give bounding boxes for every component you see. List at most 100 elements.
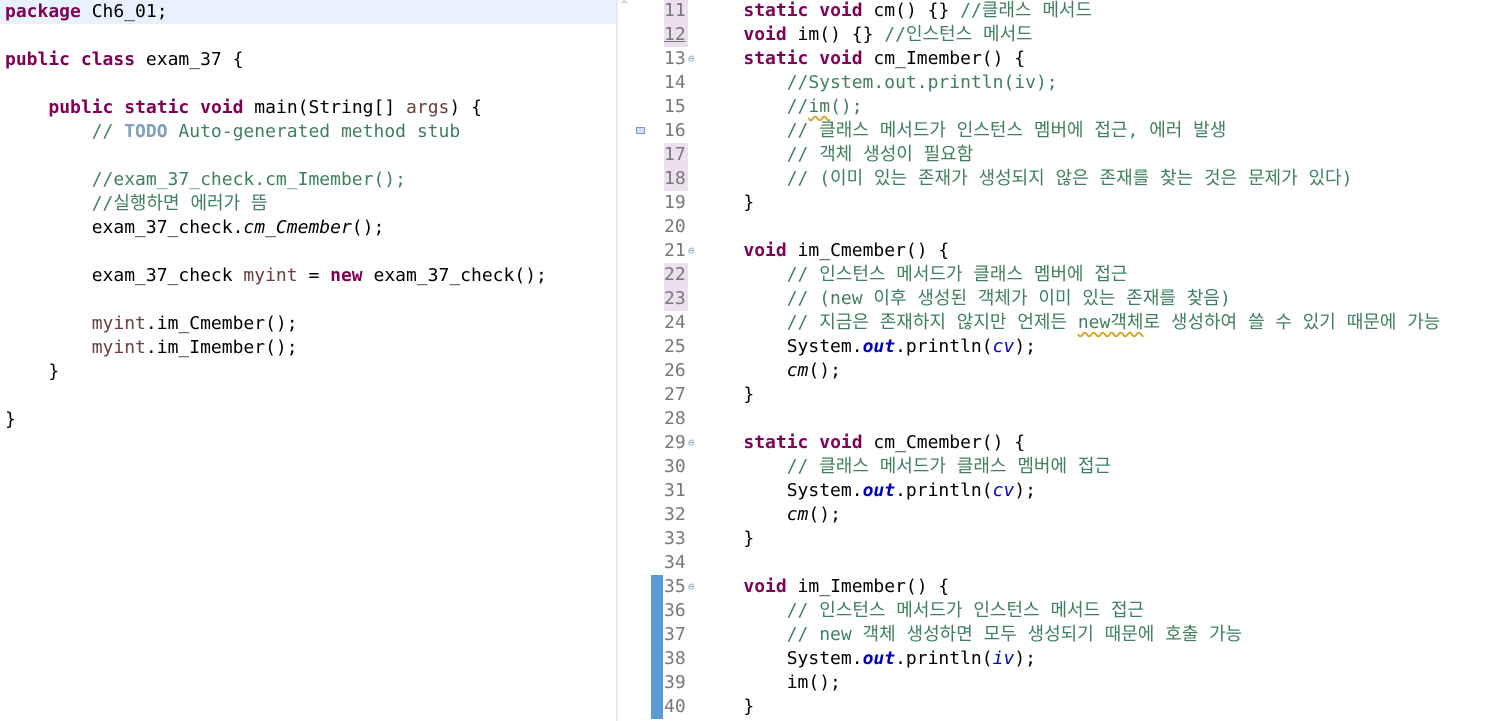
code-line[interactable]: public class exam_37 {	[0, 48, 243, 72]
code-token: void	[819, 432, 863, 453]
line-number: 38	[664, 648, 686, 669]
overview-ruler[interactable]: ^	[618, 0, 651, 721]
code-line[interactable]: // 클래스 메서드가 클래스 멤버에 접근	[700, 455, 1111, 479]
line-number: 18	[664, 167, 688, 191]
code-line[interactable]	[0, 24, 5, 48]
code-line[interactable]: // TODO Auto-generated method stub	[0, 120, 460, 144]
line-number: 22	[664, 263, 688, 287]
line-number: 12	[664, 23, 688, 47]
code-line[interactable]: exam_37_check myint = new exam_37_check(…	[0, 264, 547, 288]
right-code-editor[interactable]: 11 static void cm() {} //클래스 메서드 12 void …	[618, 0, 1508, 721]
code-line[interactable]: exam_37_check.cm_Cmember();	[0, 216, 385, 240]
code-line[interactable]: myint.im_Imember();	[0, 336, 298, 360]
code-line[interactable]: }	[700, 695, 754, 719]
code-token: static	[124, 97, 190, 118]
code-line[interactable]: void im_Imember() {	[700, 575, 949, 599]
line-number: 39	[664, 672, 686, 693]
code-line[interactable]: // (이미 있는 존재가 생성되지 않은 존재를 찾는 것은 문제가 있다)	[700, 167, 1353, 191]
code-token: // 지금은 존재하지 않지만 언제든	[786, 312, 1078, 333]
code-line[interactable]: }	[700, 527, 754, 551]
code-token: cv	[992, 336, 1015, 357]
code-line[interactable]: // 지금은 존재하지 않지만 언제든 new객체로 생성하여 쓸 수 있기 때…	[700, 311, 1441, 335]
code-line[interactable]: //im();	[700, 95, 863, 119]
code-token: .im_Imember();	[145, 337, 298, 358]
code-line[interactable]: // 객체 생성이 필요함	[700, 143, 974, 167]
code-token: void	[819, 0, 863, 21]
code-line[interactable]: im();	[700, 671, 841, 695]
code-line[interactable]: // 인스턴스 메서드가 클래스 멤버에 접근	[700, 263, 1128, 287]
code-token: //exam_37_check.cm_Imember();	[91, 169, 406, 190]
fold-collapse-icon[interactable]: ⊖	[688, 239, 695, 263]
line-number: 16	[664, 120, 686, 141]
code-token: .println(	[895, 480, 993, 501]
code-line[interactable]: System.out.println(cv);	[700, 335, 1036, 359]
code-line[interactable]: public static void main(String[] args) {	[0, 96, 482, 120]
code-line[interactable]: void im_Cmember() {	[700, 239, 949, 263]
code-line[interactable]: System.out.println(cv);	[700, 479, 1036, 503]
code-line[interactable]: myint.im_Cmember();	[0, 312, 298, 336]
code-token: }	[5, 409, 16, 430]
line-number: 17	[664, 143, 688, 167]
code-line[interactable]	[0, 288, 5, 312]
code-token: exam_37_check();	[362, 265, 547, 286]
code-line[interactable]: }	[700, 191, 754, 215]
code-token: public	[5, 49, 71, 70]
code-line[interactable]	[0, 144, 5, 168]
code-token: exam_37_check.	[5, 217, 244, 238]
code-token: package	[5, 1, 81, 22]
code-token: main(String[]	[243, 97, 407, 118]
code-token: out	[862, 336, 896, 357]
fold-collapse-icon[interactable]: ⊖	[688, 575, 695, 599]
code-line[interactable]: static void cm_Imember() {	[700, 47, 1025, 71]
code-token: }	[5, 361, 60, 382]
code-token: static	[743, 0, 809, 21]
code-line[interactable]: static void cm() {} //클래스 메서드	[700, 0, 1092, 23]
line-number: 11	[664, 0, 688, 23]
code-line[interactable]: // (new 이후 생성된 객체가 이미 있는 존재를 찾음)	[700, 287, 1231, 311]
code-line[interactable]: //System.out.println(iv);	[700, 71, 1058, 95]
left-code-editor[interactable]: package Ch6_01;public class exam_37 { pu…	[0, 0, 618, 721]
code-line[interactable]: // 클래스 메서드가 인스턴스 멤버에 접근, 에러 발생	[700, 119, 1227, 143]
code-line[interactable]	[0, 72, 5, 96]
code-token: // 인스턴스 메서드가 클래스 멤버에 접근	[786, 264, 1128, 285]
code-line[interactable]	[0, 240, 5, 264]
code-line[interactable]: // 인스턴스 메서드가 인스턴스 메서드 접근	[700, 599, 1144, 623]
scroll-up-icon[interactable]: ^	[620, 0, 628, 11]
fold-collapse-icon[interactable]: ⊖	[688, 47, 695, 71]
code-line[interactable]: cm();	[700, 359, 841, 383]
annotation-marker[interactable]	[636, 127, 645, 134]
code-line[interactable]: }	[0, 408, 16, 432]
code-token: public	[48, 97, 114, 118]
code-line[interactable]: System.out.println(iv);	[700, 647, 1036, 671]
code-line[interactable]: // new 객체 생성하면 모두 생성되기 때문에 호출 가능	[700, 623, 1243, 647]
code-line[interactable]: }	[700, 383, 754, 407]
code-line[interactable]: cm();	[700, 503, 841, 527]
code-line[interactable]: //실행하면 에러가 뜸	[0, 192, 268, 216]
fold-collapse-icon[interactable]: ⊖	[688, 431, 695, 455]
code-token: myint	[91, 337, 146, 358]
code-line[interactable]: void im() {} //인스턴스 메서드	[700, 23, 1032, 47]
code-token: //	[786, 96, 809, 117]
line-number: 15	[664, 96, 686, 117]
code-token: .println(	[895, 648, 993, 669]
code-line[interactable]	[0, 384, 5, 408]
code-token: im();	[700, 672, 841, 693]
code-token: TODO	[124, 121, 168, 142]
code-line[interactable]: static void cm_Cmember() {	[700, 431, 1025, 455]
code-line[interactable]: }	[0, 360, 59, 384]
code-line[interactable]: package Ch6_01;	[0, 0, 616, 24]
code-token: System.	[700, 336, 863, 357]
code-line[interactable]: //exam_37_check.cm_Imember();	[0, 168, 406, 192]
